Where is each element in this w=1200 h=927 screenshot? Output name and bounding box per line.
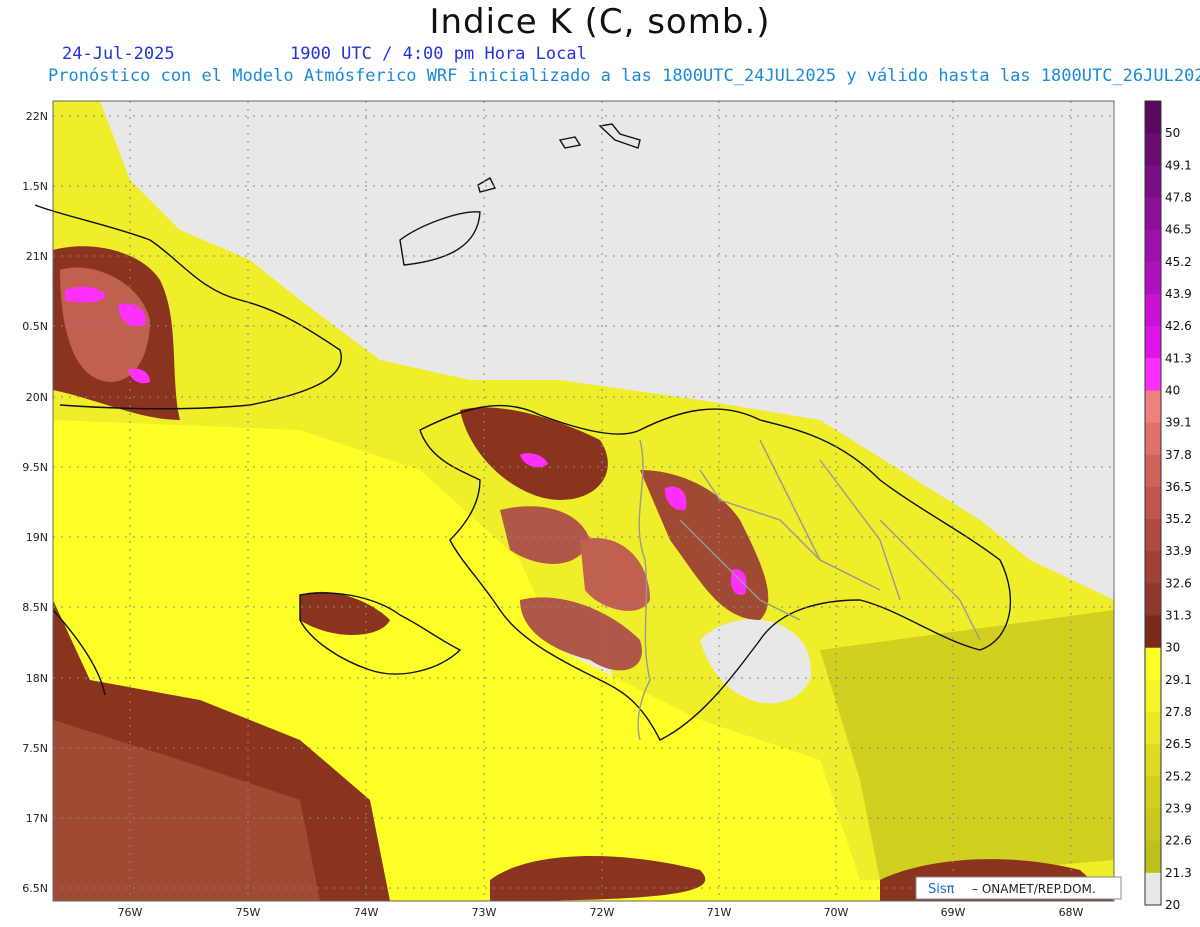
credit-text: – ONAMET/REP.DOM.: [972, 882, 1096, 896]
colorbar-label: 33.9: [1165, 544, 1192, 558]
lat-label: 9.5N: [22, 461, 48, 474]
colorbar-label: 42.6: [1165, 319, 1192, 333]
colorbar-swatch: [1145, 872, 1161, 906]
colorbar-label: 43.9: [1165, 287, 1192, 301]
credit-brand: Sisπ: [928, 882, 955, 897]
colorbar-label: 40: [1165, 383, 1180, 397]
colorbar-swatch: [1145, 390, 1161, 424]
colorbar-swatch: [1145, 808, 1161, 842]
lon-label: 73W: [472, 906, 497, 919]
lat-label: 17N: [26, 812, 48, 825]
lat-axis: 22N 1.5N 21N 0.5N 20N 9.5N 19N 8.5N 18N …: [22, 110, 48, 895]
colorbar-label: 32.6: [1165, 576, 1192, 590]
model-subtitle: Pronóstico con el Modelo Atmósferico WRF…: [48, 66, 1200, 86]
colorbar-label: 37.8: [1165, 448, 1192, 462]
lat-label: 8.5N: [22, 601, 48, 614]
lat-label: 0.5N: [22, 320, 48, 333]
lon-label: 74W: [354, 906, 379, 919]
lat-label: 19N: [26, 531, 48, 544]
k-index-field: [53, 101, 1114, 901]
lat-label: 6.5N: [22, 882, 48, 895]
lon-label: 76W: [118, 906, 143, 919]
colorbar-label: 39.1: [1165, 416, 1192, 430]
colorbar-swatch: [1145, 422, 1161, 456]
colorbar-swatch: [1145, 165, 1161, 198]
map-title: Indice K (C, somb.): [429, 2, 771, 42]
lon-label: 69W: [941, 906, 966, 919]
lon-label: 71W: [707, 906, 732, 919]
colorbar-label: 30: [1165, 641, 1180, 655]
colorbar-label: 49.1: [1165, 158, 1192, 172]
colorbar-swatch: [1145, 358, 1161, 391]
colorbar-swatch: [1145, 840, 1161, 874]
colorbar-swatch: [1145, 551, 1161, 584]
colorbar-swatch: [1145, 197, 1161, 231]
lat-label: 21N: [26, 250, 48, 263]
forecast-date: 24-Jul-2025: [62, 44, 175, 64]
colorbar-swatch: [1145, 647, 1161, 681]
colorbar-label: 45.2: [1165, 255, 1192, 269]
lon-label: 68W: [1059, 906, 1084, 919]
colorbar-label: 29.1: [1165, 673, 1192, 687]
lat-label: 1.5N: [22, 180, 48, 193]
colorbar-swatch: [1145, 776, 1161, 810]
colorbar-label: 23.9: [1165, 802, 1192, 816]
lat-label: 20N: [26, 391, 48, 404]
colorbar-label: 35.2: [1165, 512, 1192, 526]
colorbar-swatch: [1145, 679, 1161, 713]
colorbar-label: 25.2: [1165, 769, 1192, 783]
colorbar-swatch: [1145, 293, 1161, 327]
colorbar-label: 46.5: [1165, 223, 1192, 237]
colorbar-swatch: [1145, 326, 1161, 359]
lon-label: 75W: [236, 906, 261, 919]
colorbar-label: 21.3: [1165, 866, 1192, 880]
colorbar-swatch: [1145, 615, 1161, 649]
colorbar-swatch: [1145, 101, 1161, 134]
colorbar-swatch: [1145, 486, 1161, 520]
colorbar-swatch: [1145, 454, 1161, 488]
colorbar-swatch: [1145, 133, 1161, 166]
colorbar: 50 49.1 47.8 46.5 45.2 43.9 42.6 41.3 40 39.1 37.8…: [1144, 100, 1192, 912]
colorbar-swatch: [1145, 261, 1161, 295]
lat-label: 18N: [26, 672, 48, 685]
lon-axis: 76W 75W 74W 73W 72W 71W 70W 69W 68W: [118, 906, 1084, 919]
colorbar-label: 26.5: [1165, 737, 1192, 751]
colorbar-label: 31.3: [1165, 609, 1192, 623]
k-index-map: 22N 1.5N 21N 0.5N 20N 9.5N 19N 8.5N 18N …: [22, 100, 1192, 919]
colorbar-label: 47.8: [1165, 190, 1192, 204]
lat-label: 7.5N: [22, 742, 48, 755]
lon-label: 72W: [590, 906, 615, 919]
colorbar-label: 36.5: [1165, 480, 1192, 494]
colorbar-swatch: [1145, 744, 1161, 777]
colorbar-label: 50: [1165, 126, 1180, 140]
colorbar-swatch: [1145, 712, 1161, 745]
forecast-time: 1900 UTC / 4:00 pm Hora Local: [290, 44, 587, 64]
colorbar-label: 20: [1165, 898, 1180, 912]
lon-label: 70W: [824, 906, 849, 919]
colorbar-label: 22.6: [1165, 834, 1192, 848]
lat-label: 22N: [26, 110, 48, 123]
colorbar-swatch: [1145, 583, 1161, 617]
credit-box: Sisπ – ONAMET/REP.DOM.: [915, 876, 1122, 900]
colorbar-label: 27.8: [1165, 705, 1192, 719]
colorbar-swatch: [1145, 519, 1161, 552]
colorbar-swatch: [1145, 229, 1161, 263]
colorbar-label: 41.3: [1165, 351, 1192, 365]
